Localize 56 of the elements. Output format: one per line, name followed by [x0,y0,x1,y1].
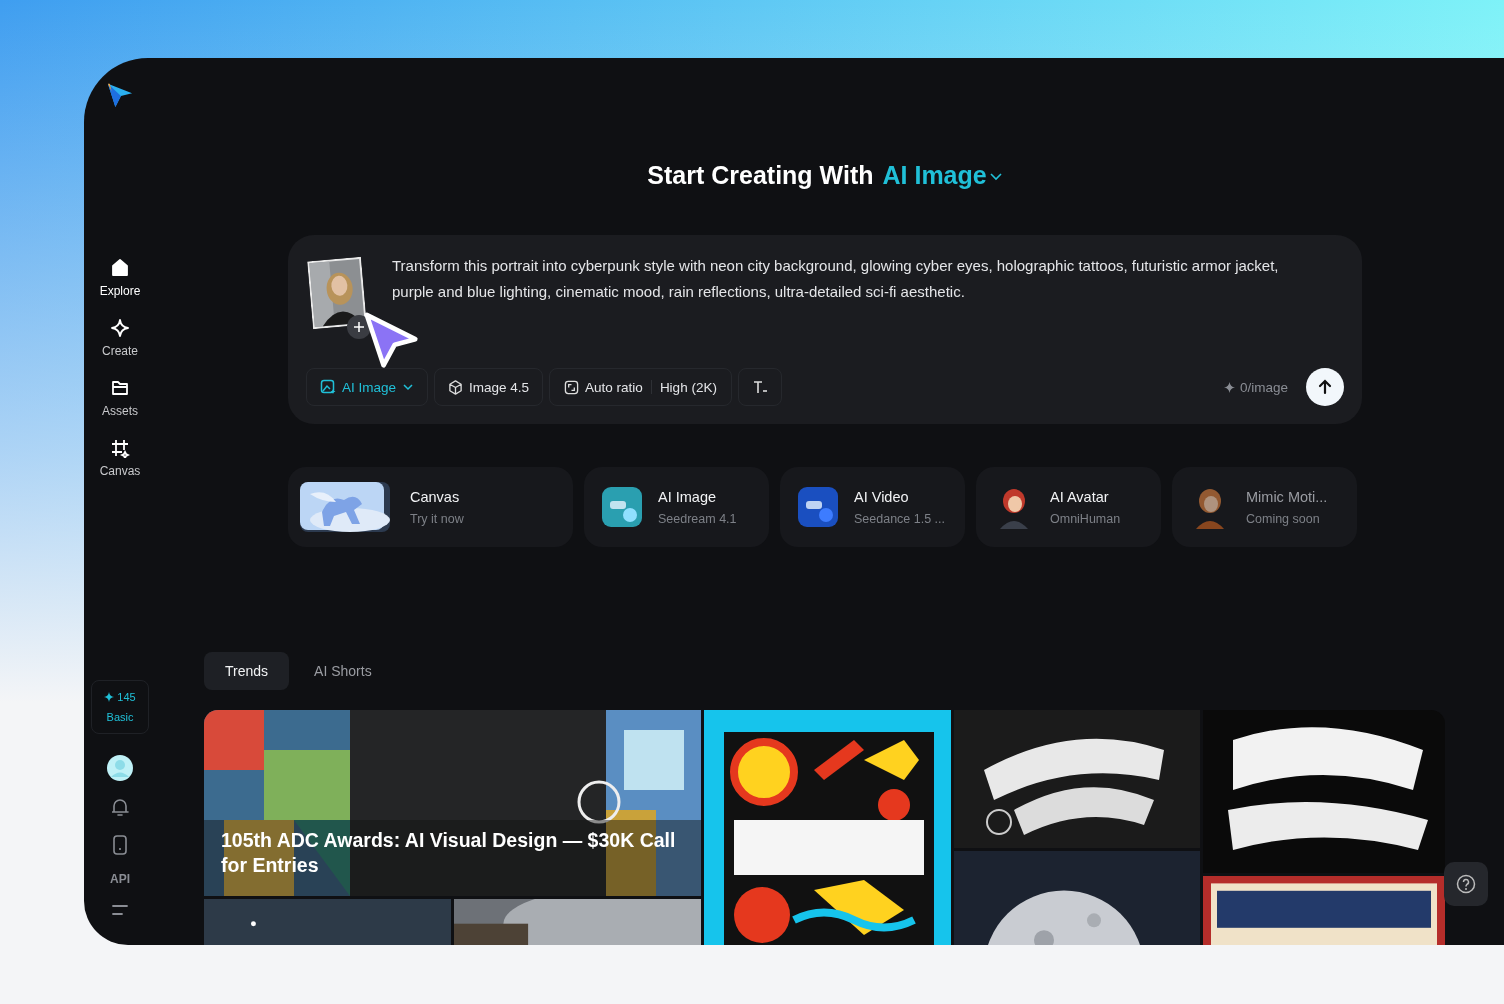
help-button[interactable] [1444,862,1488,906]
credit-cost: 0/image [1223,379,1288,395]
folder-icon [110,378,130,398]
feature-title: AI Image [658,488,718,505]
caret-icon [402,381,415,393]
help-icon [1456,874,1476,894]
nav-item[interactable]: Create [99,318,141,358]
text-icon [751,379,768,395]
feature-title: AI Video [854,488,910,505]
quality-dropdown[interactable]: High (2K) [651,379,725,395]
feature-card[interactable]: AI Image Seedream 4.1 [584,467,769,547]
phone-icon[interactable] [112,835,128,855]
heading-highlight: AI Image [882,161,987,190]
nav-item[interactable]: Explore [99,258,141,298]
plan-label: Basic [106,711,134,723]
text-style-button[interactable] [737,368,782,406]
feature-subtitle: Try it now [410,511,464,526]
mode-dropdown[interactable]: AI Image [306,368,429,406]
feature-title: Canvas [410,488,461,505]
cube-icon [448,379,464,395]
ratio-dropdown[interactable]: Auto ratio [556,379,651,395]
prompt-field[interactable]: Transform this portrait into cyberpunk style with neon city background, glowing cyber eyes, holographic tattoos, futuristic armor jacket, purple and blue lighting, cinematic mood, rain reflections, ultra-detailed sci-fi aesthetic. [392,253,1344,341]
cursor-icon [363,311,419,371]
nav-item[interactable]: Canvas [99,438,141,478]
feature-subtitle: OmniHuman [1050,511,1121,526]
feature-card[interactable]: AI Avatar OmniHuman [976,467,1161,547]
feature-subtitle: Coming soon [1246,511,1321,526]
tab[interactable]: AI Shorts [293,652,393,690]
api-link[interactable]: API [110,872,130,886]
model-dropdown[interactable]: Image 4.5 [434,368,544,406]
credits-panel[interactable]: 145 Basic [91,680,149,734]
credit-count: 145 [104,691,136,703]
home-icon [110,258,130,278]
feature-title: Mimic Moti... [1246,488,1328,505]
feature-subtitle: Seedream 4.1 [658,511,737,526]
image-icon [320,379,336,395]
sparkle-icon [1223,381,1235,393]
banner-caption: 105th ADC Awards: AI Visual Design — $30K Call for Entries [221,828,677,878]
menu-icon[interactable] [112,903,128,917]
heading-text: Start Creating With [647,161,874,190]
feature-card[interactable]: Canvas Try it now [288,467,573,547]
logo-icon[interactable] [106,82,134,108]
sparkle-icon [104,692,115,702]
bell-icon[interactable] [111,798,129,818]
feature-card[interactable]: AI Video Seedance 1.5 ... [780,467,965,547]
avatar-icon[interactable] [107,755,133,781]
nav-item[interactable]: Assets [99,378,141,418]
feature-subtitle: Seedance 1.5 ... [854,511,946,526]
arrow-up-icon [1316,378,1334,396]
crop-icon [110,438,130,458]
send-button[interactable] [1306,368,1344,406]
tab[interactable]: Trends [204,652,290,690]
sparkle-icon [110,318,130,338]
plus-icon [353,321,365,333]
feature-title: AI Avatar [1050,488,1110,505]
aspect-ratio-icon [564,379,580,395]
